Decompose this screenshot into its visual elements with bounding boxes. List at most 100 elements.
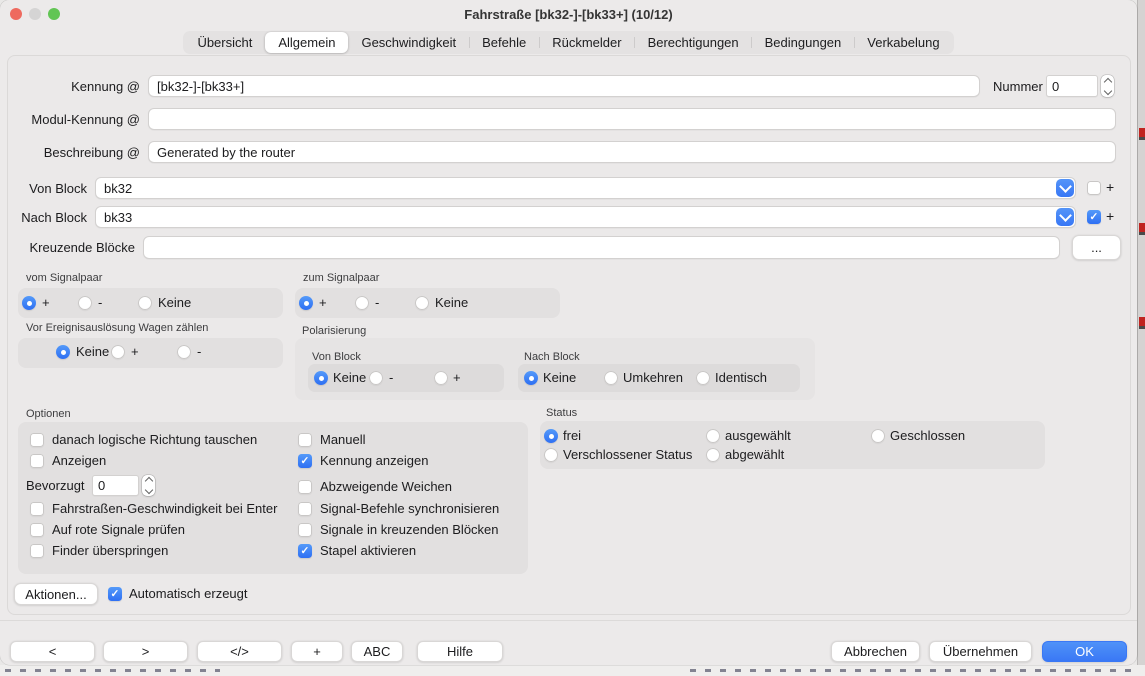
- von-block-combobox[interactable]: bk32: [95, 177, 1076, 199]
- radio-label: +: [319, 295, 327, 311]
- radio-label: Keine: [543, 370, 576, 386]
- hilfe-button[interactable]: Hilfe: [417, 641, 503, 662]
- automatisch-erzeugt-checkbox[interactable]: [108, 587, 122, 601]
- polar-nach-radio-identisch[interactable]: [696, 371, 710, 385]
- background-window-bottom: [0, 665, 1145, 676]
- wagen-radio-minus[interactable]: [177, 345, 191, 359]
- modul-kennung-input[interactable]: [148, 108, 1116, 130]
- von-block-label: Von Block: [0, 181, 87, 197]
- optionen-checkbox-signale-kreuzend[interactable]: [298, 523, 312, 537]
- checkbox-label: Signal-Befehle synchronisieren: [320, 501, 499, 517]
- status-radio-frei[interactable]: [544, 429, 558, 443]
- checkbox-label: Auf rote Signale prüfen: [52, 522, 185, 538]
- status-radio-abgewaehlt[interactable]: [706, 448, 720, 462]
- kreuzende-bloecke-more-button[interactable]: ...: [1072, 235, 1121, 260]
- background-signal-icon: [1139, 317, 1145, 329]
- von-block-dropdown-button[interactable]: [1056, 179, 1074, 197]
- polar-von-radio-keine[interactable]: [314, 371, 328, 385]
- background-signal-icon: [1139, 223, 1145, 235]
- optionen-checkbox-stapel[interactable]: [298, 544, 312, 558]
- tab-segmented-control: Übersicht Allgemein Geschwindigkeit Befe…: [183, 31, 953, 54]
- nach-block-checkbox[interactable]: [1087, 210, 1101, 224]
- tab-geschwindigkeit[interactable]: Geschwindigkeit: [348, 32, 469, 53]
- radio-label: +: [42, 295, 50, 311]
- abc-button[interactable]: ABC: [351, 641, 403, 662]
- nav-next-button[interactable]: >: [103, 641, 188, 662]
- nach-block-combobox[interactable]: bk33: [95, 206, 1076, 228]
- tab-uebersicht[interactable]: Übersicht: [184, 32, 265, 53]
- nach-block-plus-label: +: [1106, 208, 1114, 224]
- bevorzugt-stepper[interactable]: [142, 475, 155, 496]
- wagen-radio-plus[interactable]: [111, 345, 125, 359]
- ok-button[interactable]: OK: [1042, 641, 1127, 662]
- stepper-up-icon: [144, 477, 152, 485]
- tab-berechtigungen[interactable]: Berechtigungen: [635, 32, 752, 53]
- nummer-stepper[interactable]: [1101, 75, 1114, 97]
- vom-signalpaar-radio-minus[interactable]: [78, 296, 92, 310]
- footer-divider: [0, 620, 1137, 621]
- radio-label: Geschlossen: [890, 428, 965, 444]
- optionen-checkbox-abzweigende-weichen[interactable]: [298, 480, 312, 494]
- checkbox-label: Signale in kreuzenden Blöcken: [320, 522, 499, 538]
- radio-label: ausgewählt: [725, 428, 791, 444]
- stepper-up-icon: [1103, 77, 1111, 85]
- optionen-checkbox-manuell[interactable]: [298, 433, 312, 447]
- polarisierung-nach-caption: Nach Block: [524, 351, 580, 364]
- polar-von-radio-minus[interactable]: [369, 371, 383, 385]
- background-track-sliver: [690, 669, 1135, 672]
- nach-block-dropdown-button[interactable]: [1056, 208, 1074, 226]
- status-radio-verschlossen[interactable]: [544, 448, 558, 462]
- optionen-checkbox-richtung-tauschen[interactable]: [30, 433, 44, 447]
- kennung-label: Kennung @: [0, 79, 140, 95]
- nav-prev-button[interactable]: <: [10, 641, 95, 662]
- optionen-checkbox-signal-befehle[interactable]: [298, 502, 312, 516]
- zum-signalpaar-radio-plus[interactable]: [299, 296, 313, 310]
- radio-label: Keine: [158, 295, 191, 311]
- kreuzende-bloecke-input[interactable]: [143, 236, 1060, 259]
- nummer-input[interactable]: 0: [1046, 75, 1098, 97]
- chevron-down-icon: [1059, 209, 1072, 222]
- radio-label: Keine: [435, 295, 468, 311]
- stepper-down-icon: [1103, 86, 1111, 94]
- vom-signalpaar-radio-plus[interactable]: [22, 296, 36, 310]
- wagen-radio-keine[interactable]: [56, 345, 70, 359]
- optionen-checkbox-anzeigen[interactable]: [30, 454, 44, 468]
- zum-signalpaar-radio-minus[interactable]: [355, 296, 369, 310]
- optionen-checkbox-finder[interactable]: [30, 544, 44, 558]
- beschreibung-input[interactable]: Generated by the router: [148, 141, 1116, 163]
- modul-kennung-label: Modul-Kennung @: [0, 112, 140, 128]
- radio-label: Keine: [76, 344, 109, 360]
- aktionen-button[interactable]: Aktionen...: [14, 583, 98, 605]
- background-signal-icon: [1139, 128, 1145, 140]
- optionen-checkbox-kennung-anzeigen[interactable]: [298, 454, 312, 468]
- polarisierung-von-caption: Von Block: [312, 351, 361, 364]
- polar-nach-radio-keine[interactable]: [524, 371, 538, 385]
- zum-signalpaar-radio-keine[interactable]: [415, 296, 429, 310]
- tab-rueckmelder[interactable]: Rückmelder: [539, 32, 634, 53]
- checkbox-label: Stapel aktivieren: [320, 543, 416, 559]
- kennung-input[interactable]: [bk32-]-[bk33+]: [148, 75, 980, 97]
- code-button[interactable]: </>: [197, 641, 282, 662]
- polar-nach-radio-umkehren[interactable]: [604, 371, 618, 385]
- tab-befehle[interactable]: Befehle: [469, 32, 539, 53]
- status-radio-geschlossen[interactable]: [871, 429, 885, 443]
- bevorzugt-input[interactable]: 0: [92, 475, 139, 496]
- tab-allgemein[interactable]: Allgemein: [265, 32, 348, 53]
- add-button[interactable]: +: [291, 641, 343, 662]
- von-block-plus-label: +: [1106, 179, 1114, 195]
- uebernehmen-button[interactable]: Übernehmen: [929, 641, 1032, 662]
- tab-verkabelung[interactable]: Verkabelung: [854, 32, 952, 53]
- optionen-caption: Optionen: [26, 408, 71, 421]
- beschreibung-label: Beschreibung @: [0, 145, 140, 161]
- tab-bedingungen[interactable]: Bedingungen: [752, 32, 855, 53]
- status-radio-ausgewaehlt[interactable]: [706, 429, 720, 443]
- optionen-checkbox-geschwindigkeit-enter[interactable]: [30, 502, 44, 516]
- optionen-checkbox-rote-signale[interactable]: [30, 523, 44, 537]
- von-block-checkbox[interactable]: [1087, 181, 1101, 195]
- vom-signalpaar-radio-keine[interactable]: [138, 296, 152, 310]
- radio-label: -: [375, 295, 379, 311]
- background-track-sliver: [5, 669, 220, 672]
- radio-label: Verschlossener Status: [563, 447, 692, 463]
- polar-von-radio-plus[interactable]: [434, 371, 448, 385]
- abbrechen-button[interactable]: Abbrechen: [831, 641, 920, 662]
